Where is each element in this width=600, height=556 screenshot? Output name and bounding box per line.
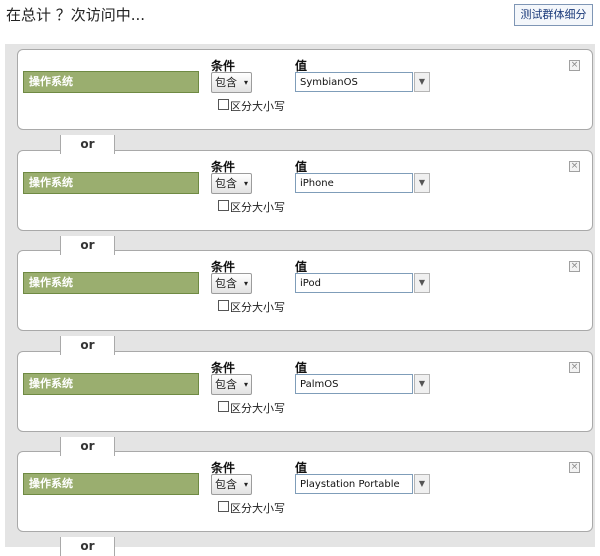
chevron-down-icon: ▼ (418, 77, 426, 86)
operator-select[interactable]: 包含 ▾ (211, 72, 252, 93)
test-segment-button[interactable]: 测试群体细分 (514, 4, 593, 26)
operator-select[interactable]: 包含 ▾ (211, 374, 252, 395)
chevron-down-icon: ▼ (418, 278, 426, 287)
dimension-box[interactable]: 操作系统 (23, 71, 199, 93)
close-icon[interactable]: × (569, 60, 580, 71)
operator-value: 包含 (215, 478, 237, 491)
chevron-down-icon: ▾ (243, 279, 248, 288)
or-connector: or (60, 135, 115, 154)
value-input[interactable] (295, 72, 413, 92)
dimension-box[interactable]: 操作系统 (23, 373, 199, 395)
condition-block: 操作系统 条件 值 包含 ▾ ▼ 区分大小写 × (17, 351, 593, 432)
value-input[interactable] (295, 273, 413, 293)
operator-value: 包含 (215, 277, 237, 290)
operator-select[interactable]: 包含 ▾ (211, 273, 252, 294)
operator-select[interactable]: 包含 ▾ (211, 474, 252, 495)
case-sensitive-checkbox[interactable] (218, 300, 229, 311)
close-icon[interactable]: × (569, 462, 580, 473)
case-sensitive-checkbox[interactable] (218, 200, 229, 211)
segment-conditions-panel: 操作系统 条件 值 包含 ▾ ▼ 区分大小写 × 操作系统 条件 值 包含 ▾ … (5, 44, 595, 556)
chevron-down-icon: ▼ (418, 178, 426, 187)
chevron-down-icon: ▼ (418, 479, 426, 488)
case-sensitive-label: 区分大小写 (230, 402, 285, 415)
value-dropdown-button[interactable]: ▼ (414, 72, 430, 92)
page-title: 在总计 ？次访问中... (6, 6, 146, 24)
chevron-down-icon: ▾ (243, 179, 248, 188)
value-input[interactable] (295, 474, 413, 494)
condition-block: 操作系统 条件 值 包含 ▾ ▼ 区分大小写 × (17, 451, 593, 532)
value-dropdown-button[interactable]: ▼ (414, 374, 430, 394)
operator-value: 包含 (215, 76, 237, 89)
case-sensitive-checkbox[interactable] (218, 99, 229, 110)
close-icon[interactable]: × (569, 362, 580, 373)
chevron-down-icon: ▾ (243, 480, 248, 489)
condition-block: 操作系统 条件 值 包含 ▾ ▼ 区分大小写 × (17, 49, 593, 130)
case-sensitive-label: 区分大小写 (230, 201, 285, 214)
case-sensitive-label: 区分大小写 (230, 502, 285, 515)
condition-block: 操作系统 条件 值 包含 ▾ ▼ 区分大小写 × (17, 150, 593, 231)
chevron-down-icon: ▼ (418, 379, 426, 388)
value-dropdown-button[interactable]: ▼ (414, 474, 430, 494)
condition-block: 操作系统 条件 值 包含 ▾ ▼ 区分大小写 × (17, 250, 593, 331)
operator-value: 包含 (215, 378, 237, 391)
case-sensitive-label: 区分大小写 (230, 100, 285, 113)
value-dropdown-button[interactable]: ▼ (414, 273, 430, 293)
dimension-box[interactable]: 操作系统 (23, 172, 199, 194)
or-connector: or (60, 437, 115, 456)
chevron-down-icon: ▾ (243, 380, 248, 389)
close-icon[interactable]: × (569, 261, 580, 272)
chevron-down-icon: ▾ (243, 78, 248, 87)
case-sensitive-label: 区分大小写 (230, 301, 285, 314)
or-connector: or (60, 336, 115, 355)
dimension-box[interactable]: 操作系统 (23, 473, 199, 495)
dimension-box[interactable]: 操作系统 (23, 272, 199, 294)
case-sensitive-checkbox[interactable] (218, 501, 229, 512)
value-input[interactable] (295, 173, 413, 193)
operator-value: 包含 (215, 177, 237, 190)
value-input[interactable] (295, 374, 413, 394)
or-connector: or (60, 236, 115, 255)
operator-select[interactable]: 包含 ▾ (211, 173, 252, 194)
case-sensitive-checkbox[interactable] (218, 401, 229, 412)
close-icon[interactable]: × (569, 161, 580, 172)
value-dropdown-button[interactable]: ▼ (414, 173, 430, 193)
